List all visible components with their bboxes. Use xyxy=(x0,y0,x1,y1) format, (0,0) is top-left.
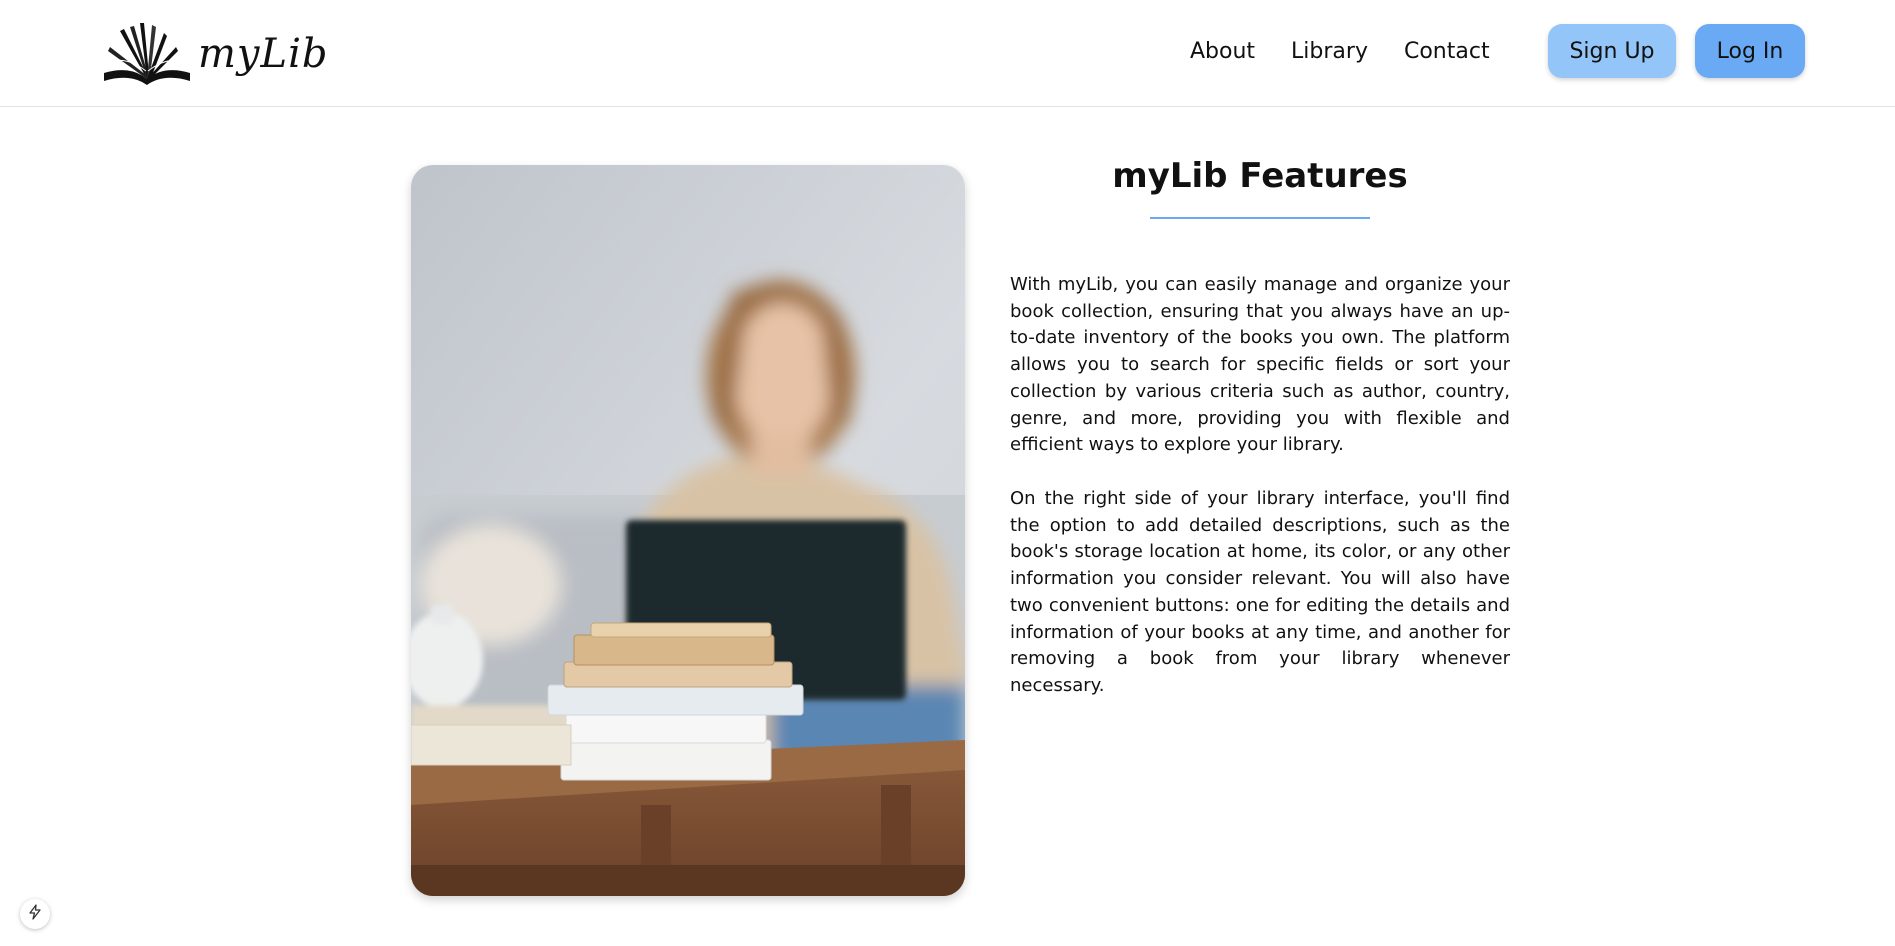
site-header: myLib About Library Contact Sign Up Log … xyxy=(0,0,1895,107)
feature-photo xyxy=(411,165,965,896)
logo[interactable]: myLib xyxy=(100,18,350,90)
woman-with-books-image xyxy=(411,165,965,896)
nav-contact[interactable]: Contact xyxy=(1404,39,1490,64)
feature-paragraph: On the right side of your library interf… xyxy=(1010,488,1510,696)
nav-about[interactable]: About xyxy=(1190,39,1255,64)
feature-paragraph: With myLib, you can easily manage and or… xyxy=(1010,274,1510,456)
page-title: myLib Features xyxy=(1112,156,1408,196)
sign-up-button[interactable]: Sign Up xyxy=(1548,24,1676,78)
nav-library[interactable]: Library xyxy=(1291,39,1368,64)
corner-badge[interactable] xyxy=(20,899,50,929)
title-underline xyxy=(1150,217,1370,219)
open-book-icon xyxy=(100,21,194,87)
logo-text: myLib xyxy=(198,31,329,77)
main-nav: About Library Contact xyxy=(1190,22,1490,80)
lightning-icon xyxy=(27,904,43,924)
log-in-button[interactable]: Log In xyxy=(1695,24,1805,78)
